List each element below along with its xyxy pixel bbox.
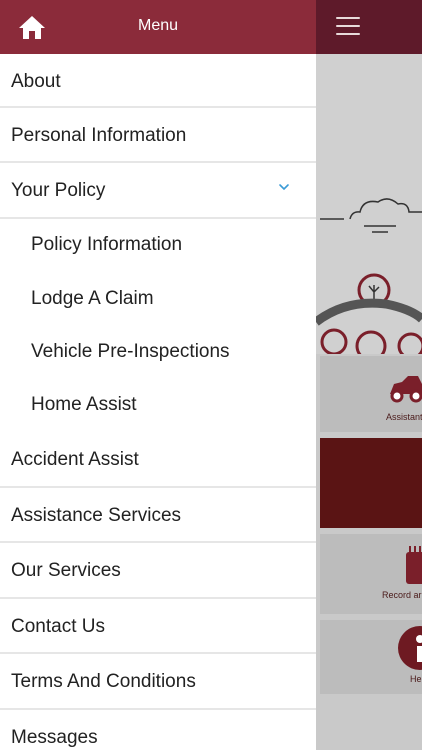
menu-item-our-services[interactable]: Our Services bbox=[0, 543, 316, 599]
banner-tile bbox=[320, 438, 422, 528]
menu-item-contact-us[interactable]: Contact Us bbox=[0, 599, 316, 654]
menu-item-label: About bbox=[11, 71, 61, 92]
menu-item-label: Accident Assist bbox=[11, 449, 139, 470]
submenu-item-vehicle-pre-inspections[interactable]: Vehicle Pre-Inspections bbox=[0, 326, 316, 379]
menu-item-label: Terms And Conditions bbox=[11, 671, 196, 692]
record-tile[interactable]: Record ar bbox=[320, 534, 422, 614]
submenu-item-label: Vehicle Pre-Inspections bbox=[31, 341, 230, 362]
menu-item-assistance-services[interactable]: Assistance Services bbox=[0, 488, 316, 543]
info-icon bbox=[398, 626, 422, 670]
menu-item-messages[interactable]: Messages bbox=[0, 710, 316, 750]
menu-item-label: Our Services bbox=[11, 560, 121, 581]
menu-item-accident-assist[interactable]: Accident Assist bbox=[0, 432, 316, 488]
menu-item-label: Personal Information bbox=[11, 125, 187, 146]
hamburger-icon[interactable] bbox=[336, 17, 360, 35]
submenu-item-label: Home Assist bbox=[31, 394, 137, 415]
tile-label: He bbox=[410, 674, 422, 684]
assistant-tile[interactable]: Assistant bbox=[320, 356, 422, 432]
drawer-title: Menu bbox=[137, 17, 179, 34]
menu-list: About Personal Information Your Policy P… bbox=[0, 54, 316, 750]
cloud-road-illustration bbox=[313, 198, 422, 362]
menu-item-about[interactable]: About bbox=[0, 54, 316, 108]
header-illustration bbox=[313, 54, 422, 362]
menu-item-label: Contact Us bbox=[11, 616, 105, 637]
submenu-item-label: Policy Information bbox=[31, 234, 183, 255]
menu-item-your-policy[interactable]: Your Policy bbox=[0, 163, 316, 219]
chevron-down-icon[interactable] bbox=[278, 183, 290, 191]
menu-item-terms-and-conditions[interactable]: Terms And Conditions bbox=[0, 654, 316, 710]
app-topbar bbox=[316, 0, 422, 54]
submenu-item-lodge-a-claim[interactable]: Lodge A Claim bbox=[0, 273, 316, 326]
menu-item-personal-information[interactable]: Personal Information bbox=[0, 108, 316, 163]
menu-item-label: Your Policy bbox=[11, 180, 106, 201]
menu-item-label: Assistance Services bbox=[11, 505, 182, 526]
menu-item-label: Messages bbox=[11, 727, 98, 748]
drawer-header: Menu bbox=[0, 0, 316, 54]
submenu-item-policy-information[interactable]: Policy Information bbox=[0, 219, 316, 273]
tile-label: Record ar bbox=[382, 590, 422, 600]
submenu-item-home-assist[interactable]: Home Assist bbox=[0, 379, 316, 432]
submenu-item-label: Lodge A Claim bbox=[31, 288, 154, 309]
car-icon bbox=[390, 376, 422, 403]
tile-label: Assistant bbox=[386, 412, 422, 422]
help-tile[interactable]: He bbox=[320, 620, 422, 694]
notepad-icon bbox=[406, 546, 422, 584]
navigation-drawer: Menu About Personal Information Your Pol… bbox=[0, 0, 316, 750]
